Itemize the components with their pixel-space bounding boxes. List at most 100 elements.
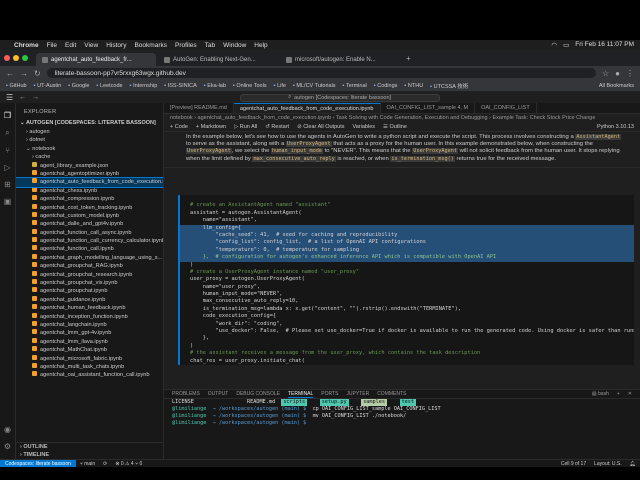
file-tree-item[interactable]: agentchat_langchain.ipynb bbox=[16, 320, 163, 329]
panel-tab-debug-console[interactable]: DEBUG CONSOLE bbox=[236, 391, 280, 397]
file-tree-item[interactable]: agentchat_groupchat.ipynb bbox=[16, 287, 163, 295]
panel-tab-problems[interactable]: PROBLEMS bbox=[172, 391, 200, 397]
menu-history[interactable]: History bbox=[106, 42, 126, 49]
extensions-icon[interactable]: ⊞ bbox=[4, 180, 11, 189]
remote-explorer-icon[interactable]: ▣ bbox=[4, 197, 12, 206]
kernel-picker[interactable]: Python 3.10.13 bbox=[597, 124, 634, 130]
account-icon[interactable]: ◉ bbox=[4, 425, 11, 434]
battery-icon[interactable]: ▭ bbox=[563, 41, 569, 49]
editor-tab-config[interactable]: OAI_CONFIG_LIST bbox=[475, 103, 537, 113]
markdown-cell[interactable]: In the example below, let's see how to u… bbox=[164, 132, 640, 168]
menu-edit[interactable]: Edit bbox=[65, 42, 76, 49]
file-tree-item[interactable]: agentchat_multi_task_chats.ipynb bbox=[16, 362, 163, 371]
editor-tab-config-sample[interactable]: OAI_CONFIG_LIST_sample 4, M bbox=[381, 103, 476, 113]
file-tree-item[interactable]: agentchat_cost_token_tracking.ipynb bbox=[16, 203, 163, 212]
minimize-window-icon[interactable] bbox=[13, 55, 19, 61]
forward-icon[interactable]: → bbox=[20, 69, 28, 78]
menu-bookmarks[interactable]: Bookmarks bbox=[134, 42, 167, 49]
sync-indicator[interactable]: ⟳ bbox=[99, 461, 111, 467]
profile-avatar-icon[interactable]: ● bbox=[615, 69, 620, 78]
menu-file[interactable]: File bbox=[47, 42, 57, 49]
file-tree-item[interactable]: › cache bbox=[16, 153, 163, 161]
file-tree-item[interactable]: › autogen bbox=[16, 128, 163, 136]
file-tree-item[interactable]: agentchat_dalle_and_gpt4v.ipynb bbox=[16, 220, 163, 228]
bookmark-item[interactable]: UTCSSA 技術 bbox=[430, 82, 469, 90]
search-icon[interactable]: ⌕ bbox=[5, 128, 9, 138]
file-tree-item[interactable]: agentchat_custom_model.ipynb bbox=[16, 211, 163, 220]
outline-section[interactable]: › OUTLINE bbox=[16, 443, 163, 451]
notifications-bell-icon[interactable]: 🔔︎ bbox=[626, 461, 640, 467]
bookmark-item[interactable]: ISS-SINICA bbox=[164, 83, 197, 89]
all-bookmarks[interactable]: All Bookmarks bbox=[599, 83, 634, 89]
file-tree-item[interactable]: agentchat_human_feedback.ipynb bbox=[16, 304, 163, 312]
panel-tab-jupyter[interactable]: JUPYTER bbox=[346, 391, 369, 397]
wifi-icon[interactable]: ◠ bbox=[551, 41, 557, 49]
terminal-shell-label[interactable]: ▤ bash bbox=[592, 391, 609, 397]
back-icon[interactable]: ← bbox=[6, 69, 14, 78]
cell-position[interactable]: Cell 9 of 17 bbox=[557, 461, 590, 467]
file-tree-item[interactable]: agentchat_lmm_gpt-4v.ipynb bbox=[16, 329, 163, 337]
bookmark-item[interactable]: ML/CV Tutorials bbox=[293, 83, 335, 89]
code-cell[interactable]: ▷ # create an AssistantAgent named "assi… bbox=[178, 195, 634, 365]
panel-tab-ports[interactable]: PORTS bbox=[321, 391, 338, 397]
bookmark-item[interactable]: Eka-lab bbox=[204, 83, 226, 89]
menu-view[interactable]: View bbox=[84, 42, 98, 49]
source-control-icon[interactable]: ⑂ bbox=[5, 146, 10, 155]
reload-icon[interactable]: ↻ bbox=[34, 69, 41, 78]
menubar-clock[interactable]: Fri Feb 16 11:07 PM bbox=[575, 41, 634, 49]
file-tree-item[interactable]: agentchat_function_call.ipynb bbox=[16, 245, 163, 253]
menu-help[interactable]: Help bbox=[254, 42, 267, 49]
browser-tab[interactable]: microsoft/autogen: Enable N... bbox=[280, 53, 400, 66]
new-tab-icon[interactable]: + bbox=[406, 54, 411, 63]
menu-tab[interactable]: Tab bbox=[205, 42, 215, 49]
file-tree-item[interactable]: agentchat_MathChat.ipynb bbox=[16, 346, 163, 354]
url-field[interactable]: literate-bassoon-pp7vr5rxxg63wgx.github.… bbox=[46, 68, 596, 78]
bookmark-item[interactable]: Terminal bbox=[343, 83, 367, 89]
file-tree-item[interactable]: agentchat_inception_function.ipynb bbox=[16, 312, 163, 321]
file-tree-item[interactable]: ⌄ notebook bbox=[16, 145, 163, 153]
clear-outputs-button[interactable]: ⊘ Clear All Outputs bbox=[297, 124, 344, 130]
menubar-app-name[interactable]: Chrome bbox=[14, 42, 39, 49]
file-tree-item[interactable]: agentchat_compression.ipynb bbox=[16, 195, 163, 203]
file-tree-item[interactable]: agentchat_lmm_llava.ipynb bbox=[16, 337, 163, 346]
branch-indicator[interactable]: ⑂ main bbox=[76, 461, 99, 467]
add-code-cell-button[interactable]: + Code bbox=[170, 124, 188, 130]
settings-gear-icon[interactable]: ⚙ bbox=[4, 442, 11, 451]
bookmark-item[interactable]: UT-Austin bbox=[34, 83, 61, 89]
bookmark-item[interactable]: Leetcode bbox=[96, 83, 123, 89]
panel-tab-comments[interactable]: COMMENTS bbox=[377, 391, 406, 397]
file-tree-item[interactable]: agentchat_auto_feedback_from_code_execut… bbox=[16, 177, 163, 188]
breadcrumb[interactable]: notebook › agentchat_auto_feedback_from_… bbox=[164, 114, 640, 122]
menu-window[interactable]: Window bbox=[223, 42, 246, 49]
timeline-section[interactable]: › TIMELINE bbox=[16, 451, 163, 459]
file-tree-item[interactable]: agentchat_chess.ipynb bbox=[16, 186, 163, 195]
browser-tab-active[interactable]: agentchat_auto_feedback_fr... bbox=[36, 53, 156, 66]
file-tree-item[interactable]: agentchat_guidance.ipynb bbox=[16, 295, 163, 304]
back-icon[interactable]: ← bbox=[19, 94, 26, 101]
file-tree-item[interactable]: agentchat_groupchat_vis.ipynb bbox=[16, 279, 163, 287]
editor-tab-readme[interactable]: [Preview] README.md bbox=[164, 103, 234, 113]
panel-tab-output[interactable]: OUTPUT bbox=[208, 391, 229, 397]
file-tree-item[interactable]: › dotnet bbox=[16, 136, 163, 144]
editor-tab-notebook[interactable]: agentchat_auto_feedback_from_code_execut… bbox=[233, 103, 381, 113]
hamburger-menu-icon[interactable]: ☰ bbox=[6, 93, 13, 102]
zoom-window-icon[interactable] bbox=[22, 55, 28, 61]
chrome-menu-icon[interactable]: ⋮ bbox=[626, 69, 634, 78]
bookmark-item[interactable]: Codings bbox=[374, 83, 397, 89]
file-tree-item[interactable]: agentchat_graph_modelling_language_using… bbox=[16, 253, 163, 262]
browser-tab[interactable]: AutoGen: Enabling Next-Gen... bbox=[158, 53, 278, 66]
bookmark-star-icon[interactable]: ☆ bbox=[602, 69, 609, 78]
outline-button[interactable]: ☰ Outline bbox=[383, 124, 407, 130]
command-center-search[interactable]: ⌕ autogen [Codespaces: literate bassoon] bbox=[239, 93, 440, 102]
file-tree-item[interactable]: agentchat_function_call_async.ipynb bbox=[16, 228, 163, 237]
file-tree-item[interactable]: agentchat_function_call_currency_calcula… bbox=[16, 237, 163, 245]
remote-indicator[interactable]: Codespaces: literate bassoon bbox=[0, 460, 76, 467]
close-panel-icon[interactable]: ✕ bbox=[628, 391, 632, 397]
bookmark-item[interactable]: NTHU bbox=[404, 83, 423, 89]
file-tree-item[interactable]: agentchat_groupchat_research.ipynb bbox=[16, 270, 163, 279]
file-tree-item[interactable]: agentchat_agentoptimizer.ipynb bbox=[16, 169, 163, 178]
workspace-root[interactable]: ⌄ AUTOGEN [CODESPACES: LITERATE BASSOON] bbox=[16, 118, 163, 128]
bookmark-item[interactable]: Google bbox=[68, 83, 90, 89]
bookmark-item[interactable]: Life bbox=[274, 83, 286, 89]
menu-profiles[interactable]: Profiles bbox=[175, 42, 197, 49]
